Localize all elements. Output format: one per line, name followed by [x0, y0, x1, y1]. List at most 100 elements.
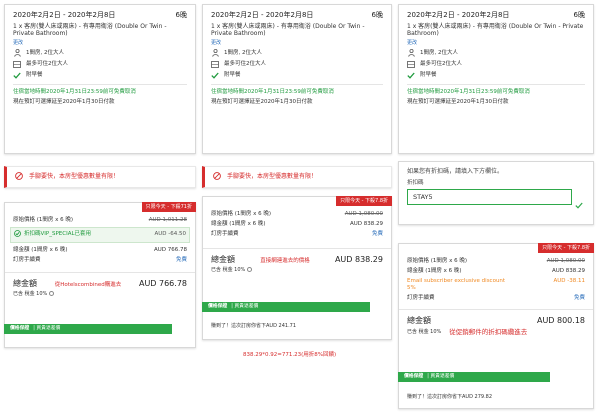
alert-text: 手腳要快，本房型優惠數量有限！	[227, 173, 318, 181]
booking-nights: 6晚	[175, 11, 187, 19]
fee-label: 訂房手續費	[13, 256, 41, 263]
guests-text: 最多可住2位大人	[420, 60, 462, 67]
pay-later-text: 現在預訂可選擇延至2020年1月30日付款	[211, 98, 313, 105]
check-icon	[407, 71, 415, 79]
price-guarantee-banner: 價格保證 | 買貴退差價	[4, 324, 172, 334]
info-icon[interactable]	[246, 266, 252, 272]
subtotal-value: AUD 766.78	[153, 246, 187, 253]
booking-card-2: 2020年2月2日 - 2020年2月8日 6晚 1 x 客房(雙人床或兩床) …	[202, 4, 392, 154]
breakfast-row: 附早餐	[13, 71, 187, 79]
beds-row: 1間房, 2位大人	[407, 49, 585, 57]
promo-label: 折扣碼VIP_SPECIAL已套用	[24, 231, 92, 238]
total-label: 總金額	[211, 254, 235, 264]
email-discount-row: Email subscriber exclusive discount 5% A…	[407, 278, 585, 292]
fee-value: 免費	[175, 256, 187, 263]
guests-icon	[211, 60, 219, 68]
fee-value: 免費	[371, 230, 383, 237]
total-value: AUD 838.29	[334, 254, 383, 264]
promo-applied-row: 折扣碼VIP_SPECIAL已套用 AUD -64.50	[10, 226, 190, 243]
guests-row: 最多可住2位大人	[407, 60, 585, 68]
change-link[interactable]: 更改	[407, 40, 585, 46]
tax-note: 已含 稅金 10% 從促銷郵件的折扣碼纜進去	[407, 328, 528, 337]
original-price-value: AUD 1,011.28	[148, 217, 187, 223]
fee-row: 訂房手續費 免費	[211, 231, 383, 238]
breakfast-row: 附早餐	[211, 71, 383, 79]
subtotal-row: 總金額 (1間房 x 6 晚) AUD 766.78	[13, 247, 187, 254]
check-icon	[13, 71, 21, 79]
guests-text: 最多可住2位大人	[26, 60, 68, 67]
guarantee-bold: 價格保證	[10, 326, 30, 331]
coupon-label: 折扣碼	[407, 179, 424, 186]
original-price-value: AUD 1,080.00	[344, 211, 383, 217]
original-price-value: AUD 1,080.00	[546, 258, 585, 264]
email-discount-value: AUD -38.11	[553, 277, 585, 284]
coupon-card: 如果您有折扣碼，請填入下方欄位。 折扣碼 STAY5	[398, 161, 594, 225]
free-cancel-text: 住宿當地時間2020年1月31日23:59前可免費取消	[407, 89, 530, 95]
beds-text: 1間房, 2位大人	[224, 49, 262, 56]
booking-card-3: 2020年2月2日 - 2020年2月8日 6晚 1 x 客房(雙人床或兩床) …	[398, 4, 594, 154]
change-link[interactable]: 更改	[211, 40, 383, 46]
booking-dates: 2020年2月2日 - 2020年2月8日	[211, 11, 314, 19]
total-label: 總金額	[407, 316, 431, 326]
booking-nights: 6晚	[573, 11, 585, 19]
coupon-question: 如果您有折扣碼，請填入下方欄位。	[407, 168, 504, 175]
info-icon[interactable]	[48, 290, 54, 296]
change-link[interactable]: 更改	[13, 40, 187, 46]
guarantee-text: | 買貴退差價	[231, 304, 259, 309]
promo-value: AUD -64.50	[154, 231, 186, 238]
alert-text: 手腳要快，本房型優惠數量有限！	[29, 173, 120, 181]
divider	[211, 84, 383, 85]
guests-icon	[407, 60, 415, 68]
guests-row: 最多可住2位大人	[13, 60, 187, 68]
free-cancel-text: 住宿當地時間2020年1月31日23:59前可免費取消	[211, 89, 334, 95]
room-description: 1 x 客房(雙人床或兩床) - 有專用衛浴 (Double Or Twin -…	[407, 22, 584, 38]
person-icon	[13, 49, 21, 57]
original-price-row: 原始價格 (1間房 x 6 晚) AUD 1,080.00	[211, 211, 383, 218]
beds-text: 1間房, 2位大人	[26, 49, 64, 56]
free-cancel-text: 住宿當地時間2020年1月31日23:59前可免費取消	[13, 89, 136, 95]
guarantee-bold: 價格保證	[208, 304, 228, 309]
divider	[407, 84, 585, 85]
alert-icon	[213, 171, 221, 183]
price-guarantee-banner: 價格保證 | 買貴退差價	[202, 302, 370, 312]
subtotal-row: 總金額 (1間房 x 6 晚) AUD 838.29	[407, 268, 585, 275]
total-value: AUD 800.18	[536, 316, 585, 326]
fee-row: 訂房手續費 免費	[13, 257, 187, 264]
divider	[13, 84, 187, 85]
person-icon	[211, 49, 219, 57]
total-value: AUD 766.78	[138, 278, 187, 288]
coupon-input[interactable]: STAY5	[407, 189, 572, 206]
original-price-row: 原始價格 (1間房 x 6 晚) AUD 1,080.00	[407, 258, 585, 265]
tax-note: 已含 稅金 10%	[211, 266, 383, 273]
beds-text: 1間房, 2位大人	[420, 49, 458, 56]
email-discount-label: Email subscriber exclusive discount 5%	[407, 277, 506, 291]
original-price-label: 原始價格 (1間房 x 6 晚)	[13, 217, 74, 223]
annotation-text: 從促銷郵件的折扣碼纜進去	[449, 328, 528, 337]
savings-text: 賺到了！這次訂房你省下AUD 241.71	[211, 323, 297, 329]
booking-nights: 6晚	[371, 11, 383, 19]
fee-value: 免費	[573, 294, 585, 301]
total-section: 總金額 直接網連進去的價格 AUD 838.29 已含 稅金 10%	[203, 247, 391, 273]
subtotal-value: AUD 838.29	[551, 267, 585, 274]
booking-header: 2020年2月2日 - 2020年2月8日 6晚	[407, 11, 585, 20]
tax-note: 已含 稅金 10%	[13, 290, 187, 297]
pay-later-text: 現在預訂可選擇延至2020年1月30日付款	[407, 98, 509, 105]
coupon-check-icon	[575, 202, 583, 212]
booking-header: 2020年2月2日 - 2020年2月8日 6晚	[211, 11, 383, 20]
discount-badge: 只限今天 - 下殺7.8折	[336, 196, 392, 207]
original-price-label: 原始價格 (1間房 x 6 晚)	[211, 211, 272, 217]
total-section: 總金額 從Hotelscombined購進去 AUD 766.78 已含 稅金 …	[5, 271, 195, 297]
guests-icon	[13, 60, 21, 68]
booking-header: 2020年2月2日 - 2020年2月8日 6晚	[13, 11, 187, 20]
subtotal-label: 總金額 (1間房 x 6 晚)	[13, 246, 68, 253]
check-icon	[211, 71, 219, 79]
urgency-alert-1: 手腳要快，本房型優惠數量有限！	[4, 166, 196, 188]
price-card-3: 只限今天 - 下殺7.8折 原始價格 (1間房 x 6 晚) AUD 1,080…	[398, 243, 594, 409]
breakfast-text: 附早餐	[420, 71, 437, 78]
savings-text: 賺到了！這次訂房你省下AUD 279.82	[407, 394, 493, 400]
booking-card-1: 2020年2月2日 - 2020年2月8日 6晚 1 x 客房(雙人床或兩床) …	[4, 4, 196, 154]
room-description: 1 x 客房(雙人床或兩床) - 有專用衛浴 (Double Or Twin -…	[13, 22, 167, 38]
subtotal-label: 總金額 (1間房 x 6 晚)	[211, 220, 266, 227]
breakfast-row: 附早餐	[407, 71, 585, 79]
booking-dates: 2020年2月2日 - 2020年2月8日	[407, 11, 510, 19]
